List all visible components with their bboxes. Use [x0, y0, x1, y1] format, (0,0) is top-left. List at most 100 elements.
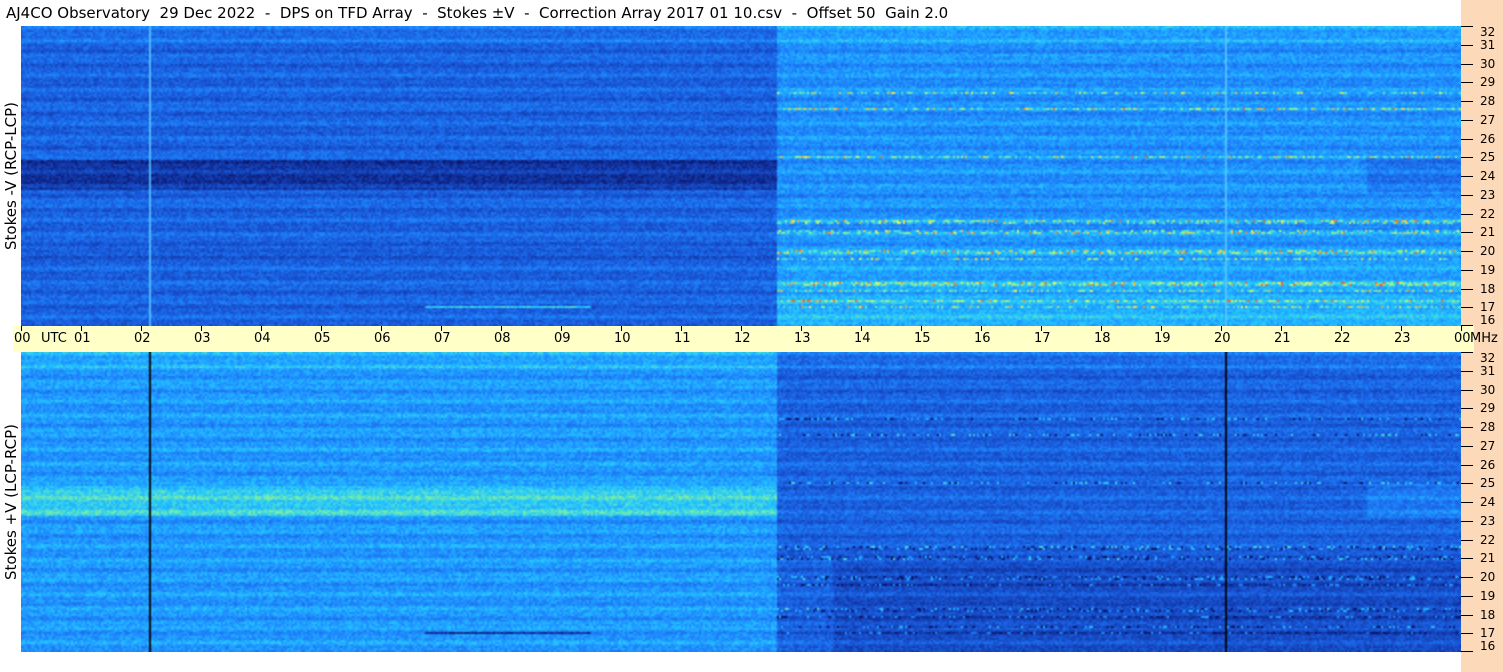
spectrogram-top	[21, 26, 1461, 326]
time-tick-mark	[681, 326, 682, 331]
time-tick-mark	[741, 326, 742, 331]
time-tick-mark	[981, 326, 982, 331]
time-tick-label: 08	[494, 331, 511, 346]
freq-tick-mark	[1461, 176, 1473, 177]
time-tick-label: 01	[74, 331, 91, 346]
freq-tick-label: 22	[1480, 206, 1496, 221]
time-tick-label: 13	[794, 331, 811, 346]
top-panel-ylabel: Stokes -V (RCP-LCP)	[2, 102, 20, 250]
time-tick-mark	[1101, 326, 1102, 331]
time-tick-mark	[1341, 326, 1342, 331]
time-axis: 00 UTC 01 02 03 04 05 06 07 08 09 10 11 12 13 14 15 16 17 1…	[13, 326, 1498, 352]
freq-tick-label: 17	[1480, 300, 1496, 315]
time-tick-label: 11	[674, 331, 691, 346]
time-tick-label: 00	[14, 331, 31, 346]
freq-tick-label: 23	[1480, 187, 1496, 202]
freq-tick-label: 25	[1480, 150, 1496, 165]
freq-tick-label: 31	[1480, 363, 1496, 378]
freq-tick-label: 23	[1480, 513, 1496, 528]
time-tick-mark	[441, 326, 442, 331]
freq-tick-label: 27	[1480, 438, 1496, 453]
freq-tick-mark	[1461, 26, 1473, 27]
freq-tick-mark	[1461, 352, 1473, 353]
time-tick-mark	[321, 326, 322, 331]
freq-tick-label: 17	[1480, 626, 1496, 641]
time-tick-label: 20	[1214, 331, 1231, 346]
freq-tick-label: 26	[1480, 457, 1496, 472]
spectrogram-bottom-canvas	[21, 352, 1461, 652]
time-tick-mark	[1281, 326, 1282, 331]
time-tick-mark	[261, 326, 262, 331]
time-tick-label: 15	[914, 331, 931, 346]
freq-tick-mark	[1461, 370, 1473, 372]
bottom-panel-ylabel: Stokes +V (LCP-RCP)	[2, 424, 20, 580]
freq-tick-label: 18	[1480, 607, 1496, 622]
freq-tick-label: 29	[1480, 401, 1496, 416]
freq-tick-label: 21	[1480, 225, 1496, 240]
freq-tick-mark	[1461, 157, 1473, 159]
freq-tick-label: 19	[1480, 588, 1496, 603]
freq-tick-mark	[1461, 251, 1473, 252]
freq-tick-mark	[1461, 194, 1473, 196]
time-tick-mark	[1221, 326, 1222, 331]
freq-tick-mark	[1461, 119, 1473, 121]
time-tick-mark	[1461, 326, 1462, 331]
spectrogram-bottom	[21, 352, 1461, 652]
time-tick-mark	[81, 326, 82, 331]
freq-tick-mark	[1461, 427, 1473, 428]
freq-tick-label: 28	[1480, 94, 1496, 108]
freq-tick-label: 20	[1480, 244, 1496, 258]
freq-tick-label: 21	[1480, 551, 1496, 566]
freq-tick-label: 22	[1480, 532, 1496, 547]
freq-tick-mark	[1461, 213, 1473, 215]
freq-tick-mark	[1461, 101, 1473, 102]
freq-tick-mark	[1461, 558, 1473, 560]
time-tick-label: 04	[254, 331, 271, 346]
time-tick-label: 18	[1094, 331, 1111, 346]
freq-tick-label: 31	[1480, 37, 1496, 52]
freq-tick-label: 30	[1480, 382, 1496, 397]
freq-tick-label: 16	[1480, 313, 1496, 327]
time-tick-label: 02	[134, 331, 151, 346]
freq-tick-mark	[1461, 63, 1473, 65]
freq-tick-label: 27	[1480, 112, 1496, 127]
time-tick-mark	[381, 326, 382, 331]
time-tick-label: 03	[194, 331, 211, 346]
time-tick-label: MHz	[1470, 331, 1498, 346]
time-tick-label: 16	[974, 331, 991, 346]
freq-tick-mark	[1461, 232, 1473, 234]
freq-tick-mark	[1461, 138, 1473, 140]
freq-tick-label: 32	[1480, 351, 1496, 365]
page-title: AJ4CO Observatory 29 Dec 2022 - DPS on T…	[6, 4, 949, 22]
freq-tick-mark	[1461, 464, 1473, 466]
freq-tick-mark	[1461, 577, 1473, 578]
freq-tick-label: 25	[1480, 476, 1496, 491]
time-tick-mark	[141, 326, 142, 331]
freq-tick-label: 24	[1480, 169, 1496, 183]
time-tick-label: 17	[1034, 331, 1051, 346]
freq-tick-label: 18	[1480, 281, 1496, 296]
freq-tick-label: 24	[1480, 495, 1496, 509]
time-tick-label: 09	[554, 331, 571, 346]
time-tick-mark	[1401, 326, 1402, 331]
time-tick-label: 10	[614, 331, 631, 346]
freq-axis-top: 32 31 30 29 28 27 26 25 24 23 22 21 20 19 18 17 16	[1461, 26, 1503, 326]
freq-tick-mark	[1461, 633, 1473, 635]
freq-tick-label: 32	[1480, 25, 1496, 39]
time-tick-label: 06	[374, 331, 391, 346]
time-tick-mark	[861, 326, 862, 331]
freq-tick-mark	[1461, 520, 1473, 522]
time-tick-mark	[561, 326, 562, 331]
time-tick-mark	[1161, 326, 1162, 331]
time-tick-label: 07	[434, 331, 451, 346]
time-tick-mark	[621, 326, 622, 331]
freq-tick-mark	[1461, 307, 1473, 309]
time-tick-label: UTC	[41, 331, 67, 346]
freq-tick-mark	[1461, 502, 1473, 503]
time-tick-label: 21	[1274, 331, 1291, 346]
freq-tick-mark	[1461, 445, 1473, 447]
time-tick-label: 22	[1334, 331, 1351, 346]
freq-tick-mark	[1461, 82, 1473, 84]
freq-tick-label: 30	[1480, 56, 1496, 71]
time-tick-label: 05	[314, 331, 331, 346]
